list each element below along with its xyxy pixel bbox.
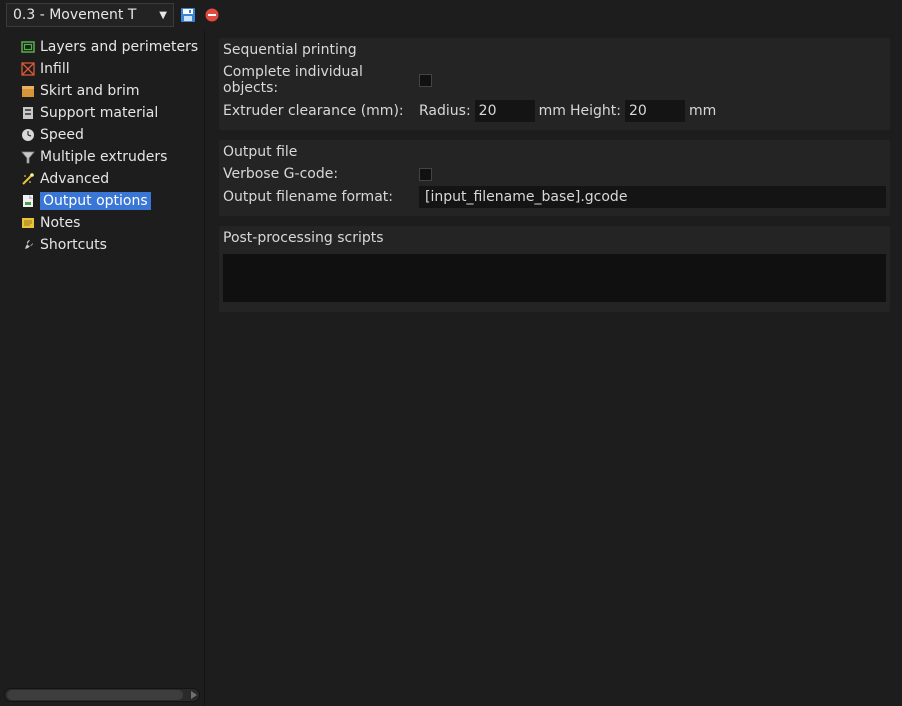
sidebar-item-support-material[interactable]: Support material: [0, 102, 204, 124]
wrench-icon: [20, 237, 36, 253]
sidebar-item-label: Skirt and brim: [40, 83, 140, 99]
height-label: Height:: [570, 103, 621, 119]
section-title: Output file: [219, 140, 890, 164]
post-processing-textarea[interactable]: [223, 254, 886, 302]
profile-select[interactable]: 0.3 - Movement T ▼: [6, 3, 174, 27]
sidebar-item-label: Output options: [40, 192, 151, 210]
complete-individual-checkbox[interactable]: [419, 74, 432, 87]
height-input[interactable]: [625, 100, 685, 122]
save-icon: [180, 7, 196, 23]
verbose-gcode-checkbox[interactable]: [419, 168, 432, 181]
chevron-down-icon: ▼: [159, 10, 167, 21]
field-label-complete-individual: Complete individual objects:: [223, 64, 373, 96]
scrollbar-thumb[interactable]: [7, 690, 183, 700]
sidebar-item-label: Layers and perimeters: [40, 39, 198, 55]
section-output-file: Output file Verbose G-code: Output filen…: [219, 140, 890, 216]
delete-button[interactable]: [202, 5, 222, 25]
field-label-output-filename: Output filename format:: [223, 189, 419, 205]
radius-label: Radius:: [419, 103, 471, 119]
sidebar-item-label: Speed: [40, 127, 84, 143]
sidebar-item-output-options[interactable]: Output options: [0, 190, 204, 212]
unit-mm: mm: [539, 103, 566, 119]
funnel-icon: [20, 149, 36, 165]
section-sequential-printing: Sequential printing Complete individual …: [219, 38, 890, 130]
profile-select-label: 0.3 - Movement T: [13, 7, 136, 23]
section-title: Post-processing scripts: [219, 226, 890, 250]
page-icon: [20, 193, 36, 209]
scrollbar-right-icon: [191, 691, 197, 699]
sidebar-item-shortcuts[interactable]: Shortcuts: [0, 234, 204, 256]
output-filename-input[interactable]: [419, 186, 886, 208]
box-icon: [20, 83, 36, 99]
unit-mm: mm: [689, 103, 716, 119]
sidebar-item-label: Advanced: [40, 171, 109, 187]
support-icon: [20, 105, 36, 121]
sidebar-item-label: Multiple extruders: [40, 149, 167, 165]
radius-input[interactable]: [475, 100, 535, 122]
field-label-verbose-gcode: Verbose G-code:: [223, 166, 419, 182]
section-title: Sequential printing: [219, 38, 890, 62]
sidebar-item-label: Notes: [40, 215, 80, 231]
sidebar-item-advanced[interactable]: Advanced: [0, 168, 204, 190]
sidebar-item-label: Shortcuts: [40, 237, 107, 253]
sidebar-item-infill[interactable]: Infill: [0, 58, 204, 80]
sidebar-item-skirt-brim[interactable]: Skirt and brim: [0, 80, 204, 102]
sidebar-scrollbar[interactable]: [4, 688, 200, 702]
sidebar-item-notes[interactable]: Notes: [0, 212, 204, 234]
sidebar-item-multiple-extruders[interactable]: Multiple extruders: [0, 146, 204, 168]
wand-icon: [20, 171, 36, 187]
main-panel: Sequential printing Complete individual …: [205, 30, 902, 706]
sidebar: Layers and perimeters Infill Skirt and b…: [0, 30, 205, 706]
sidebar-item-label: Infill: [40, 61, 70, 77]
sidebar-item-label: Support material: [40, 105, 158, 121]
save-button[interactable]: [178, 5, 198, 25]
note-icon: [20, 215, 36, 231]
toolbar: 0.3 - Movement T ▼: [0, 0, 902, 30]
section-post-processing: Post-processing scripts: [219, 226, 890, 312]
delete-icon: [204, 7, 220, 23]
sidebar-item-speed[interactable]: Speed: [0, 124, 204, 146]
field-label-extruder-clearance: Extruder clearance (mm):: [223, 103, 419, 119]
sidebar-item-layers-perimeters[interactable]: Layers and perimeters: [0, 36, 204, 58]
infill-icon: [20, 61, 36, 77]
clock-icon: [20, 127, 36, 143]
layers-icon: [20, 39, 36, 55]
